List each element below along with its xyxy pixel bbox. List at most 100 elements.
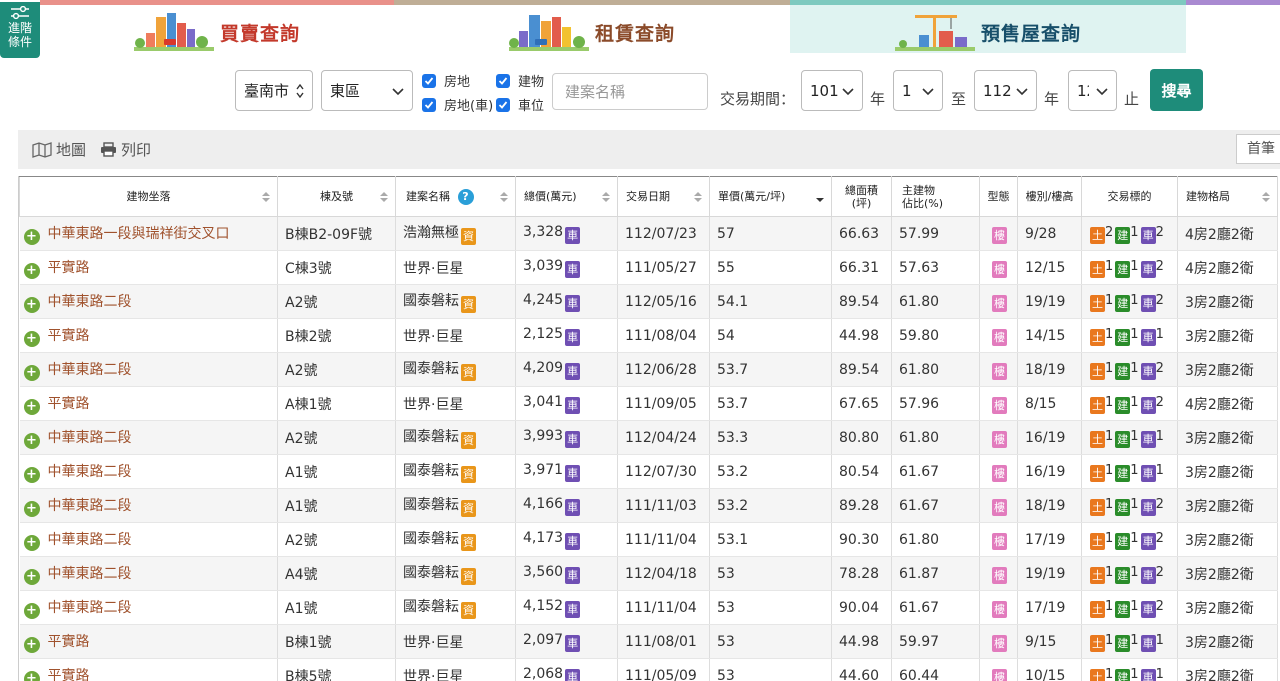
parking-badge-icon[interactable]: 車	[565, 260, 581, 278]
table-row[interactable]: + 中華東路二段 A1號 國泰磐耘資 4,166 車 111/11/03 53.2 89.28 6…	[19, 488, 1278, 523]
first-page-button[interactable]: 首筆	[1236, 134, 1280, 164]
expand-plus-icon[interactable]: +	[23, 670, 40, 681]
table-row[interactable]: + 中華東路二段 A2號 國泰磐耘資 4,173 車 111/11/04 53.1 90.30 6…	[19, 522, 1278, 557]
parking-badge-icon[interactable]: 車	[565, 328, 581, 346]
expand-plus-icon[interactable]: +	[23, 500, 40, 517]
expand-plus-icon[interactable]: +	[23, 228, 40, 245]
expand-plus-icon[interactable]: +	[23, 534, 40, 551]
col-header-location[interactable]: 建物坐落	[19, 176, 278, 217]
parking-badge-icon[interactable]: 車	[565, 566, 581, 584]
parking-badge-icon[interactable]: 車	[565, 668, 581, 681]
location-link[interactable]: 平實路	[48, 634, 90, 650]
checkbox-building[interactable]: 建物	[496, 71, 544, 90]
parking-badge-icon[interactable]: 車	[565, 430, 581, 448]
col-header-layout[interactable]: 建物格局	[1177, 176, 1278, 217]
expand-plus-icon[interactable]: +	[23, 296, 40, 313]
location-link[interactable]: 平實路	[48, 396, 90, 412]
cell-location[interactable]: + 平實路	[19, 658, 278, 681]
to-year-select[interactable]: 112	[974, 70, 1037, 111]
parking-badge-icon[interactable]: 車	[565, 498, 581, 516]
expand-plus-icon[interactable]: +	[23, 262, 40, 279]
cell-location[interactable]: + 平實路	[19, 318, 278, 353]
parking-badge-icon[interactable]: 車	[565, 634, 581, 652]
expand-plus-icon[interactable]: +	[23, 364, 40, 381]
location-link[interactable]: 中華東路二段	[48, 532, 132, 548]
expand-plus-icon[interactable]: +	[23, 602, 40, 619]
tab-presale[interactable]: 預售屋查詢	[790, 0, 1186, 53]
info-badge-icon[interactable]: 資	[461, 534, 476, 551]
info-badge-icon[interactable]: 資	[461, 296, 476, 313]
expand-plus-icon[interactable]: +	[23, 330, 40, 347]
tab-buy[interactable]: 買賣查詢	[40, 0, 394, 53]
cell-location[interactable]: + 中華東路二段	[19, 522, 278, 557]
location-link[interactable]: 中華東路一段與瑞祥街交叉口	[48, 226, 230, 242]
map-button[interactable]: 地圖	[32, 130, 86, 169]
col-header-target[interactable]: 交易標的	[1081, 176, 1178, 217]
table-row[interactable]: + 中華東路二段 A2號 國泰磐耘資 3,993 車 112/04/24 53.3 80.80 6…	[19, 420, 1278, 455]
location-link[interactable]: 平實路	[48, 260, 90, 276]
col-header-type[interactable]: 型態	[979, 176, 1018, 217]
table-row[interactable]: + 中華東路二段 A2號 國泰磐耘資 4,209 車 112/06/28 53.7 89.54 6…	[19, 352, 1278, 387]
table-row[interactable]: + 中華東路二段 A1號 國泰磐耘資 4,152 車 111/11/04 53 90.04 61.…	[19, 590, 1278, 625]
location-link[interactable]: 中華東路二段	[48, 294, 132, 310]
parking-badge-icon[interactable]: 車	[565, 294, 581, 312]
advanced-filter-button[interactable]: 進階 條件	[0, 2, 40, 58]
cell-location[interactable]: + 平實路	[19, 386, 278, 421]
cell-location[interactable]: + 平實路	[19, 624, 278, 659]
info-badge-icon[interactable]: 資	[461, 568, 476, 585]
info-badge-icon[interactable]: 資	[461, 432, 476, 449]
col-header-area[interactable]: 總面積 (坪)	[831, 176, 892, 217]
cell-location[interactable]: + 中華東路二段	[19, 420, 278, 455]
col-header-total-price[interactable]: 總價(萬元)	[515, 176, 618, 217]
cell-location[interactable]: + 中華東路一段與瑞祥街交叉口	[19, 216, 278, 251]
table-row[interactable]: + 中華東路二段 A4號 國泰磐耘資 3,560 車 112/04/18 53 78.28 61.…	[19, 556, 1278, 591]
location-link[interactable]: 中華東路二段	[48, 362, 132, 378]
expand-plus-icon[interactable]: +	[23, 398, 40, 415]
col-header-date[interactable]: 交易日期	[617, 176, 710, 217]
expand-plus-icon[interactable]: +	[23, 636, 40, 653]
location-link[interactable]: 中華東路二段	[48, 430, 132, 446]
table-row[interactable]: + 中華東路二段 A2號 國泰磐耘資 4,245 車 112/05/16 54.1 89.54 6…	[19, 284, 1278, 319]
parking-badge-icon[interactable]: 車	[565, 600, 581, 618]
from-year-select[interactable]: 101	[801, 70, 863, 111]
table-row[interactable]: + 中華東路一段與瑞祥街交叉口 B棟B2-09F號 浩瀚無極資 3,328 車 112/07…	[19, 216, 1278, 251]
location-link[interactable]: 平實路	[48, 668, 90, 681]
checkbox-land-house[interactable]: 房地	[422, 71, 470, 90]
info-badge-icon[interactable]: 資	[461, 500, 476, 517]
col-header-building-no[interactable]: 棟及號	[277, 176, 396, 217]
cell-location[interactable]: + 中華東路二段	[19, 556, 278, 591]
col-header-floor[interactable]: 樓別/樓高	[1017, 176, 1082, 217]
col-header-unit-price[interactable]: 單價(萬元/坪)	[709, 176, 832, 217]
info-badge-icon[interactable]: 資	[461, 228, 476, 245]
cell-location[interactable]: + 平實路	[19, 250, 278, 285]
location-link[interactable]: 中華東路二段	[48, 600, 132, 616]
checkbox-land-house-car[interactable]: 房地(車)	[422, 95, 493, 114]
parking-badge-icon[interactable]: 車	[565, 362, 581, 380]
tab-more[interactable]	[1186, 0, 1280, 53]
location-link[interactable]: 平實路	[48, 328, 90, 344]
parking-badge-icon[interactable]: 車	[565, 464, 581, 482]
from-month-select[interactable]: 1	[893, 70, 943, 111]
search-button[interactable]: 搜尋	[1150, 69, 1203, 111]
checkbox-parking[interactable]: 車位	[496, 95, 544, 114]
parking-badge-icon[interactable]: 車	[565, 226, 581, 244]
to-month-select[interactable]: 12	[1068, 70, 1117, 111]
help-icon[interactable]: ?	[457, 188, 474, 205]
col-header-main-ratio[interactable]: 主建物 佔比(%)	[891, 176, 980, 217]
cell-location[interactable]: + 中華東路二段	[19, 488, 278, 523]
table-row[interactable]: + 平實路 A棟1號 世界·巨星 3,041 車 111/09/05 53.7 67.65 57.…	[19, 386, 1278, 421]
expand-plus-icon[interactable]: +	[23, 432, 40, 449]
cell-location[interactable]: + 中華東路二段	[19, 352, 278, 387]
project-name-input[interactable]	[552, 73, 708, 110]
tab-rent[interactable]: 租賃查詢	[394, 0, 790, 53]
table-row[interactable]: + 平實路 B棟2號 世界·巨星 2,125 車 111/08/04 54 44.98 59.80…	[19, 318, 1278, 353]
location-link[interactable]: 中華東路二段	[48, 498, 132, 514]
cell-location[interactable]: + 中華東路二段	[19, 454, 278, 489]
expand-plus-icon[interactable]: +	[23, 466, 40, 483]
table-row[interactable]: + 平實路 B棟1號 世界·巨星 2,097 車 111/08/01 53 44.98 59.97…	[19, 624, 1278, 659]
table-row[interactable]: + 平實路 B棟5號 世界·巨星 2,068 車 111/05/09 53 44.60 60.44…	[19, 658, 1278, 681]
print-button[interactable]: 列印	[100, 130, 151, 169]
location-link[interactable]: 中華東路二段	[48, 464, 132, 480]
cell-location[interactable]: + 中華東路二段	[19, 284, 278, 319]
parking-badge-icon[interactable]: 車	[565, 396, 581, 414]
